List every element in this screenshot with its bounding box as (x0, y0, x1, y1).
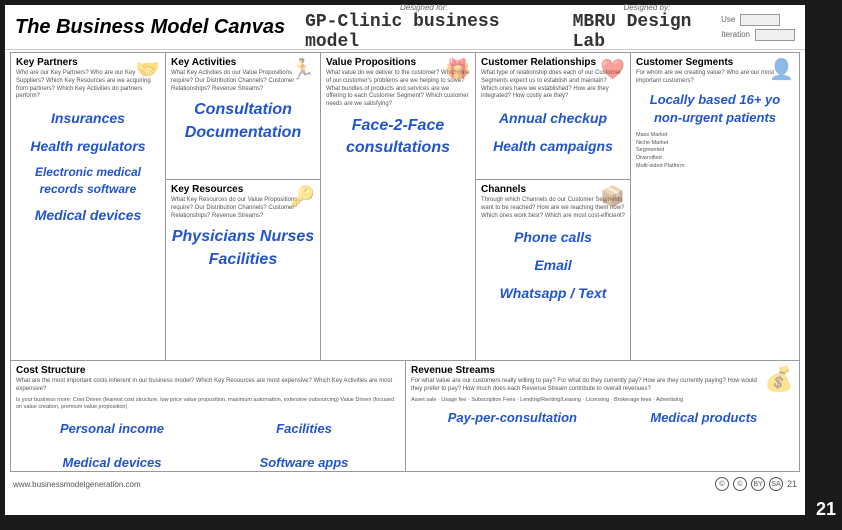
cost-structure-title: Cost Structure (16, 365, 400, 376)
customer-segments-cell: Customer Segments For whom are we creati… (631, 53, 799, 360)
revenue-medical-products: Medical products (650, 409, 757, 427)
sidebar-number: 21 (816, 499, 836, 520)
canvas-top: Key Partners Who are our Key Partners? W… (11, 53, 799, 361)
iteration-label: Iteration (721, 30, 750, 39)
designer-name: MBRU Design Lab (573, 12, 721, 52)
revenue-header: Revenue Streams For what value are our c… (411, 365, 794, 404)
channels-phone: Phone calls (481, 228, 625, 248)
customer-segments-locally-based: Locally based 16+ yo non-urgent patients (636, 91, 794, 127)
by-icon: BY (751, 477, 765, 491)
customer-segments-icon: 👤 (769, 57, 794, 82)
footer-url: www.businessmodelgeneration.com (13, 480, 141, 489)
channels-email: Email (481, 256, 625, 276)
cost-structure-cell: Cost Structure What are the most importa… (11, 361, 406, 471)
cost-personal-income: Personal income (16, 420, 208, 438)
key-activities-resources-column: Key Activities What Key Activities do ou… (166, 53, 321, 360)
footer-icons: © © BY SA 21 (715, 477, 797, 491)
iteration-field: Iteration (721, 29, 795, 41)
customer-relationships-campaigns: Health campaigns (481, 137, 625, 157)
key-activities-icon: 🏃 (290, 57, 315, 82)
cc2-icon: © (733, 477, 747, 491)
footer: www.businessmodelgeneration.com © © BY S… (5, 474, 805, 494)
footer-page: 21 (787, 479, 797, 489)
value-propositions-cell: Value Propositions What value do we deli… (321, 53, 476, 360)
channels-icon: 📦 (600, 184, 625, 209)
designed-for-label: Designed for: (400, 3, 448, 12)
value-propositions-face2face: Face-2-Face consultations (326, 115, 470, 160)
header-right: Use Iteration (721, 14, 795, 41)
key-resources-icon: 🔑 (290, 184, 315, 209)
use-box (740, 14, 780, 26)
main-title: The Business Model Canvas (15, 16, 285, 39)
customer-rel-channels-column: Customer Relationships What type of rela… (476, 53, 631, 360)
key-partners-health-reg: Health regulators (16, 137, 160, 157)
customer-relationships-cell: Customer Relationships What type of rela… (476, 53, 630, 180)
key-partners-cell: Key Partners Who are our Key Partners? W… (11, 53, 166, 360)
revenue-streams-cell: Revenue Streams For what value are our c… (406, 361, 799, 471)
header: The Business Model Canvas Designed for: … (5, 5, 805, 50)
main-container: The Business Model Canvas Designed for: … (5, 5, 805, 515)
key-activities-cell: Key Activities What Key Activities do ou… (166, 53, 320, 180)
sidebar-right: 21 (810, 0, 842, 530)
revenue-streams-title: Revenue Streams (411, 365, 764, 376)
key-partners-ehr: Electronic medical records software (16, 164, 160, 198)
revenue-streams-subtitle: For what value are our customers really … (411, 378, 764, 394)
revenue-streams-types: Asset sale · Usage fee · Subscription Fe… (411, 397, 764, 405)
key-resources-physicians: Physicians Nurses Facilities (171, 226, 315, 271)
key-activities-consultation: Consultation Documentation (171, 99, 315, 144)
key-partners-icon: 🤝 (135, 57, 160, 82)
revenue-streams-icon: 💰 (764, 365, 794, 404)
cost-medical-devices: Medical devices (16, 454, 208, 471)
revenue-items: Pay-per-consultation Medical products (411, 404, 794, 432)
key-partners-insurance: Insurances (16, 109, 160, 129)
clinic-name: GP-Clinic business model (305, 12, 543, 52)
cost-software-apps: Software apps (208, 454, 400, 471)
designed-for-section: Designed for: GP-Clinic business model (305, 3, 543, 52)
channels-cell: Channels Through which Channels do our C… (476, 180, 630, 360)
designed-by-section: Designed by: MBRU Design Lab (573, 3, 721, 52)
key-resources-cell: Key Resources What Key Resources do our … (166, 180, 320, 360)
sa-icon: SA (769, 477, 783, 491)
canvas-grid: Key Partners Who are our Key Partners? W… (10, 52, 800, 472)
designed-by-label: Designed by: (624, 3, 671, 12)
customer-segments-types: Mass MarketNiche MarketSegmentedDiversif… (636, 132, 794, 170)
canvas-bottom: Cost Structure What are the most importa… (11, 361, 799, 471)
channels-whatsapp: Whatsapp / Text (481, 284, 625, 304)
iteration-box (755, 29, 795, 41)
value-propositions-icon: 🎁 (445, 57, 470, 82)
use-field: Use (721, 14, 795, 26)
key-partners-devices: Medical devices (16, 206, 160, 226)
cc-icon: © (715, 477, 729, 491)
cost-facilities: Facilities (208, 420, 400, 438)
customer-relationships-icon: ❤️ (600, 57, 625, 82)
revenue-pay-per-consultation: Pay-per-consultation (448, 409, 577, 427)
cost-structure-subtitle: What are the most important costs inhere… (16, 378, 400, 394)
use-label: Use (721, 15, 735, 24)
customer-relationships-checkup: Annual checkup (481, 109, 625, 129)
cost-structure-types: Is your business more: Cost Driven (lean… (16, 397, 400, 412)
